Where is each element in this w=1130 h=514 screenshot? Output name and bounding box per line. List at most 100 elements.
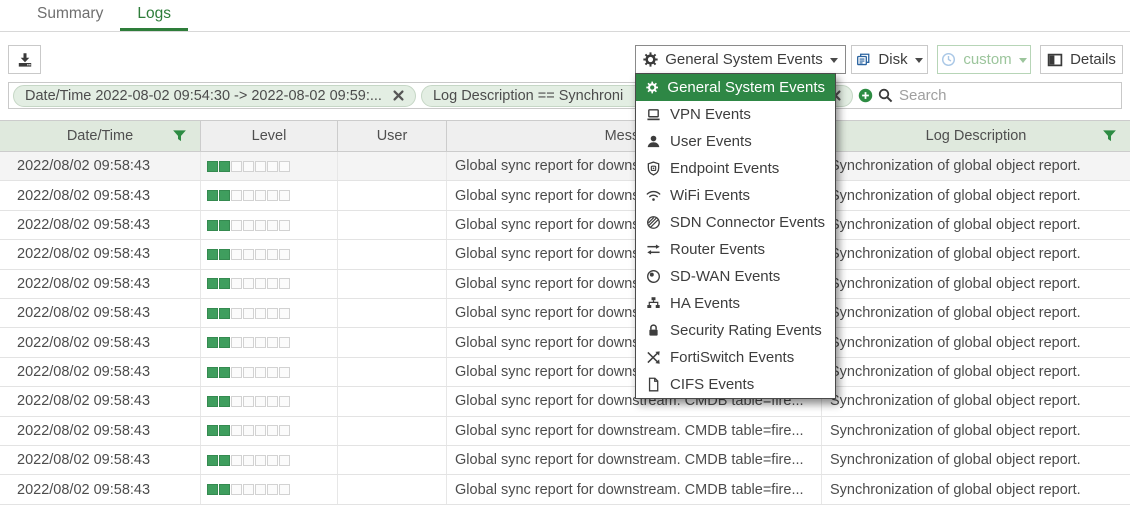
table-row[interactable]: 2022/08/02 09:58:43 Global sync report f… <box>0 181 1130 210</box>
log-table-body: 2022/08/02 09:58:43 Global sync report f… <box>0 152 1130 505</box>
filter-funnel-icon[interactable] <box>172 129 187 144</box>
cell-message: Global sync report for downstream. CMDB … <box>447 417 822 445</box>
menu-item-label: Security Rating Events <box>670 322 822 339</box>
column-header-user[interactable]: User <box>338 121 447 151</box>
chevron-down-icon <box>830 58 838 63</box>
cell-datetime: 2022/08/02 09:58:43 <box>0 181 201 209</box>
cell-datetime: 2022/08/02 09:58:43 <box>0 387 201 415</box>
cell-message: Global sync report for downstream. CMDB … <box>447 446 822 474</box>
table-row[interactable]: 2022/08/02 09:58:43 Global sync report f… <box>0 358 1130 387</box>
menu-item-label: VPN Events <box>670 106 751 123</box>
level-indicator <box>207 308 290 319</box>
cell-level <box>201 152 338 180</box>
menu-item-router-events[interactable]: Router Events <box>636 236 835 263</box>
cell-datetime: 2022/08/02 09:58:43 <box>0 299 201 327</box>
table-row[interactable]: 2022/08/02 09:58:43 Global sync report f… <box>0 387 1130 416</box>
remove-filter-icon[interactable] <box>391 88 406 103</box>
download-button[interactable] <box>8 45 41 74</box>
cell-user <box>338 417 447 445</box>
disk-dropdown-button[interactable]: Disk <box>851 45 928 74</box>
table-row[interactable]: 2022/08/02 09:58:43 Global sync report f… <box>0 299 1130 328</box>
cell-user <box>338 446 447 474</box>
cell-user <box>338 152 447 180</box>
cell-log-description: Synchronization of global object report. <box>822 475 1130 503</box>
time-range-button[interactable]: custom <box>937 45 1031 74</box>
tab-logs[interactable]: Logs <box>120 0 188 31</box>
details-button[interactable]: Details <box>1040 45 1123 74</box>
cell-log-description: Synchronization of global object report. <box>822 181 1130 209</box>
level-indicator <box>207 278 290 289</box>
column-header-datetime[interactable]: Date/Time <box>0 121 201 151</box>
menu-item-wifi-events[interactable]: WiFi Events <box>636 182 835 209</box>
cell-user <box>338 475 447 503</box>
user-icon <box>646 134 661 149</box>
menu-item-label: HA Events <box>670 295 740 312</box>
cell-datetime: 2022/08/02 09:58:43 <box>0 211 201 239</box>
cell-level <box>201 181 338 209</box>
cell-level <box>201 328 338 356</box>
cell-level <box>201 358 338 386</box>
menu-item-security-rating-events[interactable]: Security Rating Events <box>636 317 835 344</box>
table-row[interactable]: 2022/08/02 09:58:43 Global sync report f… <box>0 417 1130 446</box>
ha-icon <box>646 296 661 311</box>
level-indicator <box>207 249 290 260</box>
cell-datetime: 2022/08/02 09:58:43 <box>0 446 201 474</box>
menu-item-sd-wan-events[interactable]: SD-WAN Events <box>636 263 835 290</box>
table-row[interactable]: 2022/08/02 09:58:43 Global sync report f… <box>0 211 1130 240</box>
table-row[interactable]: 2022/08/02 09:58:43 Global sync report f… <box>0 475 1130 504</box>
tab-summary[interactable]: Summary <box>20 0 120 31</box>
vpn-icon <box>646 107 661 122</box>
clock-icon <box>941 52 956 67</box>
menu-item-fortiswitch-events[interactable]: FortiSwitch Events <box>636 344 835 371</box>
cell-user <box>338 387 447 415</box>
cell-user <box>338 358 447 386</box>
table-row[interactable]: 2022/08/02 09:58:43 Global sync report f… <box>0 446 1130 475</box>
gear-icon <box>646 80 658 95</box>
log-viewer-page: Summary Logs General System Events Disk … <box>0 0 1130 514</box>
disk-icon <box>856 52 871 67</box>
menu-item-ha-events[interactable]: HA Events <box>636 290 835 317</box>
cell-log-description: Synchronization of global object report. <box>822 270 1130 298</box>
filter-funnel-icon[interactable] <box>1102 129 1117 144</box>
cell-datetime: 2022/08/02 09:58:43 <box>0 328 201 356</box>
table-row[interactable]: 2022/08/02 09:58:43 Global sync report f… <box>0 152 1130 181</box>
filter-chip-datetime[interactable]: Date/Time 2022-08-02 09:54:30 -> 2022-08… <box>13 85 416 107</box>
router-icon <box>646 242 661 257</box>
table-row[interactable]: 2022/08/02 09:58:43 Global sync report f… <box>0 270 1130 299</box>
column-header-log-description[interactable]: Log Description <box>822 121 1130 151</box>
table-row[interactable]: 2022/08/02 09:58:43 Global sync report f… <box>0 328 1130 357</box>
level-indicator <box>207 425 290 436</box>
cell-user <box>338 328 447 356</box>
filter-chip-label: Date/Time 2022-08-02 09:54:30 -> 2022-08… <box>25 88 382 104</box>
cell-log-description: Synchronization of global object report. <box>822 358 1130 386</box>
menu-item-label: CIFS Events <box>670 376 754 393</box>
fortiswitch-icon <box>646 350 661 365</box>
filter-search-bar[interactable]: Date/Time 2022-08-02 09:54:30 -> 2022-08… <box>8 82 1122 109</box>
cell-level <box>201 270 338 298</box>
event-type-dropdown-button[interactable]: General System Events <box>635 45 846 74</box>
menu-item-cifs-events[interactable]: CIFS Events <box>636 371 835 398</box>
search-input[interactable] <box>899 87 1115 104</box>
cell-log-description: Synchronization of global object report. <box>822 152 1130 180</box>
add-filter-button[interactable] <box>858 88 873 103</box>
table-row[interactable]: 2022/08/02 09:58:43 Global sync report f… <box>0 240 1130 269</box>
plus-circle-icon <box>858 88 873 103</box>
time-range-label: custom <box>963 51 1011 68</box>
cell-datetime: 2022/08/02 09:58:43 <box>0 475 201 503</box>
menu-item-label: SD-WAN Events <box>670 268 780 285</box>
column-header-level[interactable]: Level <box>201 121 338 151</box>
details-icon <box>1047 52 1063 68</box>
sd-wan-icon <box>646 269 661 284</box>
cell-log-description: Synchronization of global object report. <box>822 417 1130 445</box>
menu-item-vpn-events[interactable]: VPN Events <box>636 101 835 128</box>
menu-item-user-events[interactable]: User Events <box>636 128 835 155</box>
cell-level <box>201 211 338 239</box>
menu-item-endpoint-events[interactable]: Endpoint Events <box>636 155 835 182</box>
cell-log-description: Synchronization of global object report. <box>822 387 1130 415</box>
cell-level <box>201 475 338 503</box>
sdn-connector-icon <box>646 215 661 230</box>
menu-item-sdn-connector-events[interactable]: SDN Connector Events <box>636 209 835 236</box>
cell-level <box>201 387 338 415</box>
log-table-header: Date/Time Level User Message Log Descrip… <box>0 120 1130 152</box>
menu-item-general-system-events[interactable]: General System Events <box>636 74 835 101</box>
